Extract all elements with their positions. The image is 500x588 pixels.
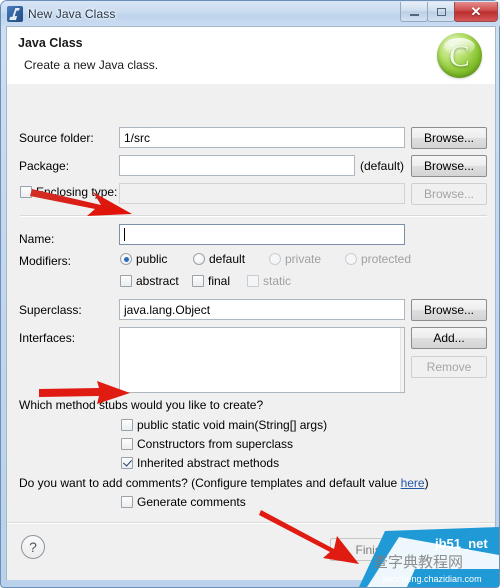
radio-public-label: public	[136, 252, 168, 266]
wizard-banner: Java Class Create a new Java class. C	[7, 27, 495, 85]
package-input[interactable]	[119, 155, 355, 176]
wizard-icon-letter: C	[449, 37, 470, 73]
checkbox-main-method-box	[121, 419, 133, 431]
configure-templates-link[interactable]: here	[401, 476, 425, 490]
comments-question-prefix: Do you want to add comments? (Configure …	[19, 476, 401, 490]
method-stub-constructors[interactable]: Constructors from superclass	[121, 437, 293, 451]
radio-public-dot	[120, 253, 132, 265]
modifier-radio-private: private	[269, 252, 321, 266]
interfaces-list-scrollbar[interactable]	[400, 328, 404, 392]
enclosing-type-input	[119, 183, 405, 204]
maximize-button[interactable]	[427, 2, 455, 22]
modifier-checkbox-static: static	[247, 274, 291, 288]
name-label: Name:	[19, 232, 55, 246]
method-stub-inherited[interactable]: Inherited abstract methods	[121, 456, 279, 470]
checkbox-main-method-label: public static void main(String[] args)	[137, 418, 328, 432]
minimize-button[interactable]	[400, 2, 428, 22]
enclosing-type-checkbox-box	[20, 186, 32, 198]
checkbox-generate-comments-box	[121, 496, 133, 508]
enclosing-type-label: Enclosing type:	[36, 185, 118, 199]
text-caret	[124, 228, 125, 241]
form-body: Source folder: 1/src Browse... Package: …	[7, 84, 495, 522]
radio-default-label: default	[209, 252, 246, 266]
checkbox-static-box	[247, 275, 259, 287]
superclass-browse-button[interactable]: Browse...	[411, 299, 487, 321]
title-bar: New Java Class ✕	[1, 1, 500, 26]
window-controls: ✕	[400, 2, 498, 23]
modifier-checkbox-abstract[interactable]: abstract	[120, 274, 179, 288]
checkbox-abstract-box	[120, 275, 132, 287]
package-browse-button[interactable]: Browse...	[411, 155, 487, 177]
modifier-radio-default[interactable]: default	[193, 252, 245, 266]
help-button[interactable]: ?	[21, 535, 45, 559]
window-title: New Java Class	[28, 6, 116, 21]
modifiers-label: Modifiers:	[19, 254, 72, 268]
dialog-footer: ? Finish	[7, 522, 495, 580]
package-default-hint: (default)	[360, 159, 405, 173]
modifier-checkbox-final[interactable]: final	[192, 274, 230, 288]
radio-protected-dot	[345, 253, 357, 265]
interfaces-list[interactable]	[119, 327, 405, 393]
enclosing-type-checkbox[interactable]: Enclosing type:	[20, 185, 117, 199]
comments-question-suffix: )	[424, 476, 429, 490]
checkbox-generate-comments-label: Generate comments	[137, 495, 246, 509]
checkbox-constructors-box	[121, 438, 133, 450]
package-label: Package:	[19, 159, 70, 173]
source-folder-label: Source folder:	[19, 131, 94, 145]
dialog-window: New Java Class ✕ Java Class Create a new…	[0, 0, 500, 588]
page-title: Java Class	[18, 36, 83, 50]
source-folder-input[interactable]: 1/src	[119, 127, 405, 148]
finish-button[interactable]: Finish	[330, 538, 413, 561]
method-stub-main[interactable]: public static void main(String[] args)	[121, 418, 327, 432]
generate-comments-checkbox[interactable]: Generate comments	[121, 495, 246, 509]
dialog-client-area: Java Class Create a new Java class. C So…	[6, 26, 496, 580]
form-separator-1	[20, 215, 487, 217]
method-stubs-question: Which method stubs would you like to cre…	[19, 398, 264, 412]
superclass-label: Superclass:	[19, 303, 82, 317]
interfaces-add-button[interactable]: Add...	[411, 327, 487, 349]
checkbox-inherited-methods-label: Inherited abstract methods	[137, 456, 280, 470]
checkbox-static-label: static	[263, 274, 292, 288]
interfaces-remove-button: Remove	[411, 356, 487, 378]
checkbox-final-label: final	[208, 274, 231, 288]
checkbox-constructors-label: Constructors from superclass	[137, 437, 294, 451]
superclass-input[interactable]: java.lang.Object	[119, 299, 405, 320]
java-class-icon	[7, 5, 23, 22]
close-button[interactable]: ✕	[454, 2, 498, 22]
radio-private-label: private	[285, 252, 322, 266]
modifier-radio-protected: protected	[345, 252, 411, 266]
radio-protected-label: protected	[361, 252, 412, 266]
java-class-wizard-icon: C	[437, 33, 482, 78]
radio-private-dot	[269, 253, 281, 265]
source-folder-browse-button[interactable]: Browse...	[411, 127, 487, 149]
page-subtitle: Create a new Java class.	[24, 58, 159, 72]
radio-default-dot	[193, 253, 205, 265]
comments-question: Do you want to add comments? (Configure …	[19, 476, 429, 490]
checkbox-abstract-label: abstract	[136, 274, 179, 288]
modifier-radio-public[interactable]: public	[120, 252, 167, 266]
name-input[interactable]	[119, 224, 405, 245]
enclosing-type-browse-button: Browse...	[411, 183, 487, 205]
interfaces-label: Interfaces:	[19, 331, 76, 345]
checkbox-inherited-methods-box	[121, 457, 133, 469]
checkbox-final-box	[192, 275, 204, 287]
